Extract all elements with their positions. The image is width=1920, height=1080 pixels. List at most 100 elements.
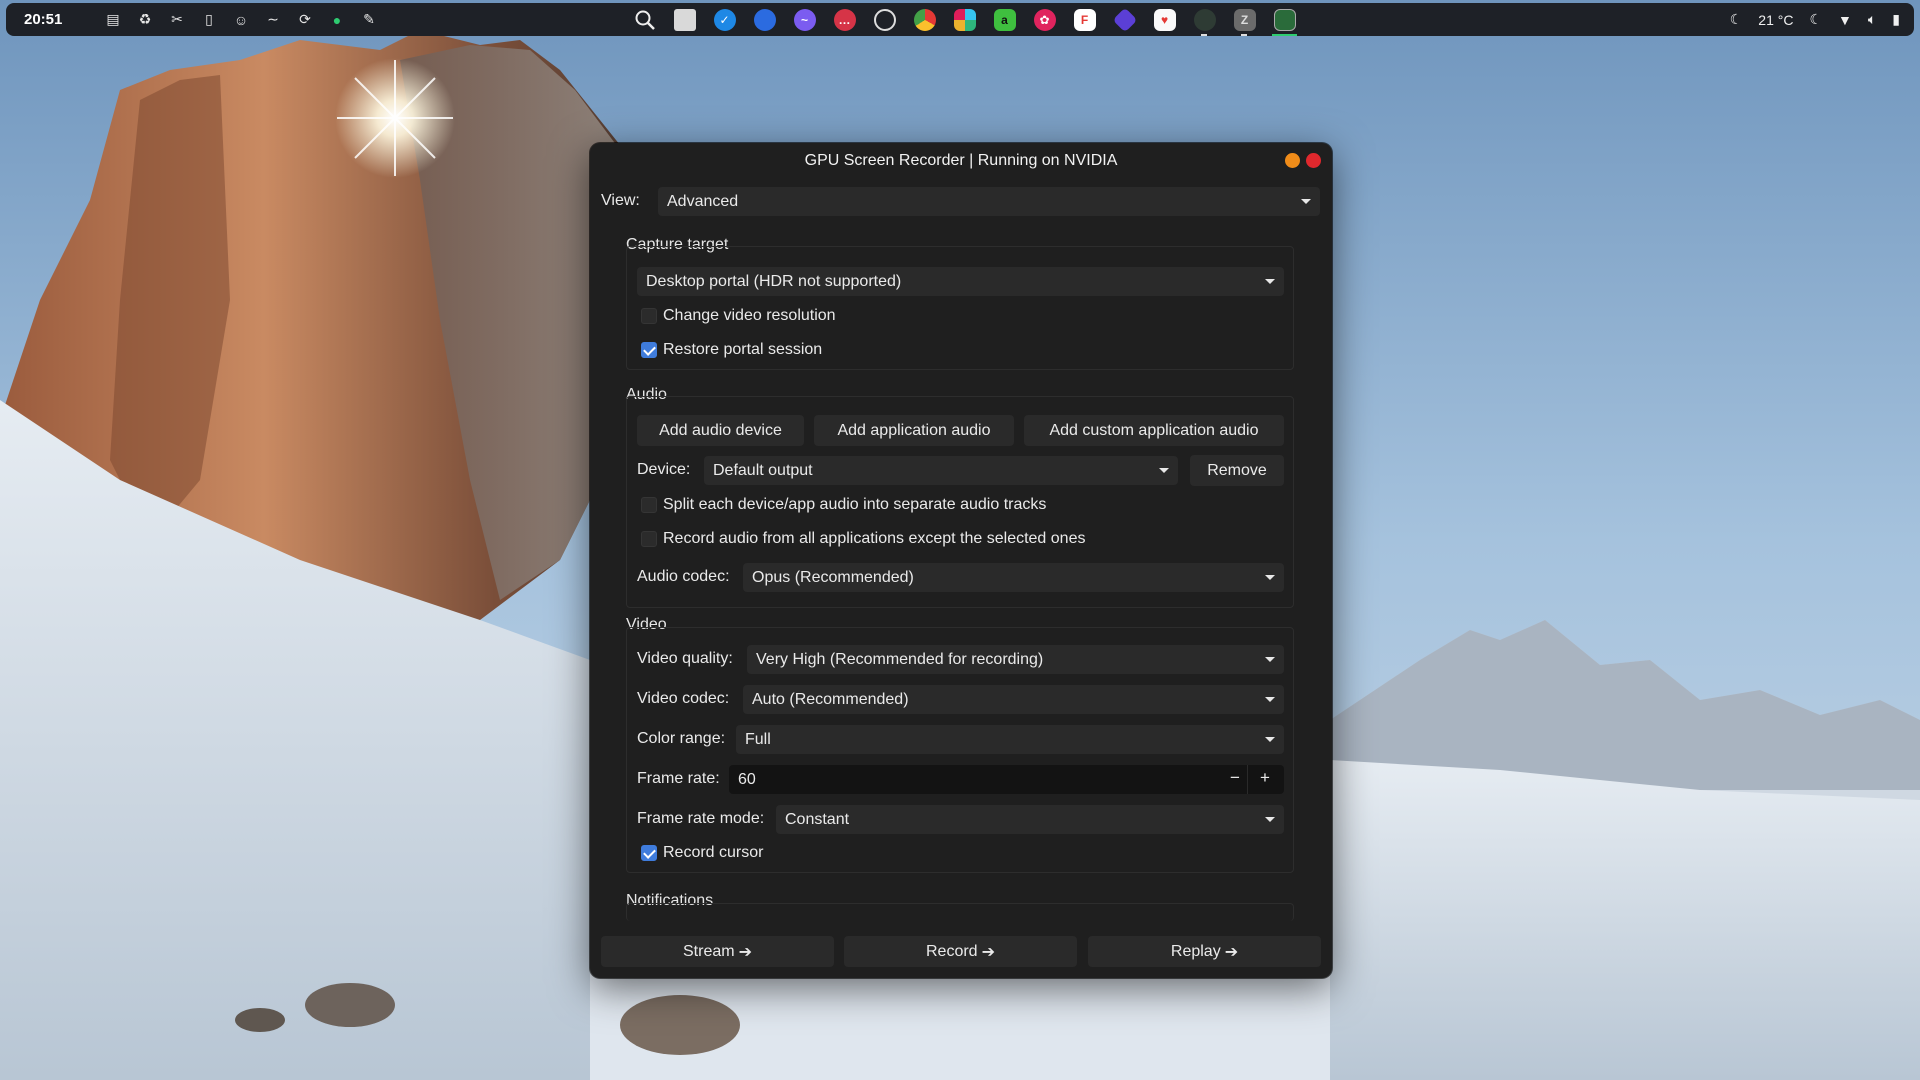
firefox-icon[interactable] (750, 6, 779, 33)
view-label: View: (601, 192, 640, 209)
record-all-apps-checkbox[interactable] (641, 531, 657, 547)
chevron-down-icon (1265, 817, 1275, 822)
patch-icon[interactable]: ✎ (358, 9, 380, 31)
change-resolution-checkbox[interactable] (641, 308, 657, 324)
split-tracks-checkbox[interactable] (641, 497, 657, 513)
add-custom-application-audio-button[interactable]: Add custom application audio (1024, 415, 1284, 446)
tools-icon[interactable]: ✂ (166, 9, 188, 31)
chevron-down-icon (1159, 468, 1169, 473)
files-icon[interactable] (670, 6, 699, 33)
chat-icon[interactable]: … (830, 6, 859, 33)
record-cursor-checkbox[interactable] (641, 845, 657, 861)
stream-button[interactable]: Stream ➔ (601, 936, 834, 967)
video-quality-select[interactable]: Very High (Recommended for recording) (747, 645, 1284, 674)
split-tracks-label: Split each device/app audio into separat… (663, 496, 1047, 513)
record-label: Record (926, 942, 978, 960)
record-all-apps-label: Record audio from all applications excep… (663, 530, 1086, 547)
chrome-icon[interactable] (910, 6, 939, 33)
flathub-icon[interactable]: F (1070, 6, 1099, 33)
chevron-down-icon (1265, 737, 1275, 742)
battery-icon[interactable]: ▮ (1892, 11, 1900, 28)
tablet-icon[interactable]: ▯ (198, 9, 220, 31)
recycle-icon[interactable]: ♻ (134, 9, 156, 31)
frame-rate-mode-value: Constant (785, 810, 850, 828)
device-label: Device: (637, 461, 691, 478)
clock[interactable]: 20:51 (24, 11, 84, 28)
wave-icon[interactable]: ∼ (262, 9, 284, 31)
wifi-icon[interactable]: ▼ (1838, 12, 1852, 28)
decrement-button[interactable]: − (1223, 768, 1247, 788)
chevron-down-icon (1265, 657, 1275, 662)
volume-icon[interactable]: 🔈︎ (1868, 11, 1876, 28)
video-codec-value: Auto (Recommended) (752, 690, 909, 708)
restore-session-label: Restore portal session (663, 341, 823, 358)
audio-codec-select[interactable]: Opus (Recommended) (743, 563, 1284, 592)
increment-button[interactable]: + (1253, 768, 1277, 788)
add-application-audio-button[interactable]: Add application audio (814, 415, 1014, 446)
kdenlive-icon[interactable] (1110, 6, 1139, 33)
video-quality-value: Very High (Recommended for recording) (756, 650, 1044, 668)
chevron-down-icon (1265, 279, 1275, 284)
video-codec-select[interactable]: Auto (Recommended) (743, 685, 1284, 714)
monitor-icon[interactable]: ▤ (102, 9, 124, 31)
replay-button[interactable]: Replay ➔ (1088, 936, 1321, 967)
tray-right: ☾ 21 °C ☾ ▼ 🔈︎ ▮ (1730, 3, 1900, 36)
audio-codec-label: Audio codec: (637, 568, 730, 585)
frame-rate-input[interactable]: 60 (738, 771, 756, 789)
replay-label: Replay (1170, 942, 1221, 960)
video-codec-label: Video codec: (637, 690, 730, 707)
add-audio-device-button[interactable]: Add audio device (637, 415, 804, 446)
notifications-group (626, 903, 1294, 921)
record-cursor-option[interactable]: Record cursor (641, 844, 763, 862)
spin-divider (1247, 765, 1248, 794)
dock: ✓ ~ … a ✿ F ♥ Z (630, 6, 1299, 36)
frame-rate-label: Frame rate: (637, 770, 720, 787)
restore-session-option[interactable]: Restore portal session (641, 341, 822, 359)
capture-target-select[interactable]: Desktop portal (HDR not supported) (637, 267, 1284, 296)
color-range-value: Full (745, 730, 771, 748)
messenger-icon[interactable]: ~ (790, 6, 819, 33)
audio-device-select[interactable]: Default output (704, 456, 1178, 485)
browser-icon[interactable]: ✓ (710, 6, 739, 33)
weather-readout[interactable]: 21 °C (1758, 12, 1793, 28)
obs-icon[interactable] (870, 6, 899, 33)
zim-icon[interactable]: Z (1230, 6, 1259, 36)
frame-rate-spinbox[interactable]: 60 − + (729, 765, 1284, 794)
view-select[interactable]: Advanced (658, 187, 1320, 216)
search-icon[interactable] (630, 6, 659, 33)
minimize-button[interactable] (1285, 153, 1300, 168)
frame-rate-mode-label: Frame rate mode: (637, 810, 765, 827)
gpu-screen-recorder-window: GPU Screen Recorder | Running on NVIDIA … (590, 143, 1332, 978)
chevron-down-icon (1265, 575, 1275, 580)
change-resolution-label: Change video resolution (663, 307, 836, 324)
user-icon[interactable]: ☺ (230, 9, 252, 31)
record-all-apps-option[interactable]: Record audio from all applications excep… (641, 530, 1085, 548)
slack-icon[interactable] (950, 6, 979, 33)
tray-left: ▤ ♻ ✂ ▯ ☺ ∼ ⟳ ● ✎ (102, 9, 380, 31)
moon-icon[interactable]: ☾ (1809, 11, 1822, 28)
notes-icon[interactable]: a (990, 6, 1019, 33)
color-range-label: Color range: (637, 730, 726, 747)
spotify-icon[interactable]: ● (326, 9, 348, 31)
window-title: GPU Screen Recorder | Running on NVIDIA (804, 152, 1118, 169)
split-tracks-option[interactable]: Split each device/app audio into separat… (641, 496, 1046, 514)
record-button[interactable]: Record ➔ (844, 936, 1077, 967)
record-icon[interactable] (1190, 6, 1219, 36)
night-icon[interactable]: ☾ (1730, 11, 1743, 28)
gpu-recorder-icon[interactable] (1270, 6, 1299, 36)
cards-icon[interactable]: ♥ (1150, 6, 1179, 33)
arrow-right-icon: ➔ (981, 943, 995, 961)
titlebar[interactable]: GPU Screen Recorder | Running on NVIDIA (590, 143, 1332, 179)
restore-session-checkbox[interactable] (641, 342, 657, 358)
sync-icon[interactable]: ⟳ (294, 9, 316, 31)
frame-rate-mode-select[interactable]: Constant (776, 805, 1284, 834)
color-range-select[interactable]: Full (736, 725, 1284, 754)
change-resolution-option[interactable]: Change video resolution (641, 307, 836, 325)
arrow-right-icon: ➔ (738, 943, 752, 961)
close-button[interactable] (1306, 153, 1321, 168)
chevron-down-icon (1265, 697, 1275, 702)
view-value: Advanced (667, 192, 739, 210)
disk-icon[interactable]: ✿ (1030, 6, 1059, 33)
audio-codec-value: Opus (Recommended) (752, 568, 914, 586)
remove-device-button[interactable]: Remove (1190, 455, 1284, 486)
